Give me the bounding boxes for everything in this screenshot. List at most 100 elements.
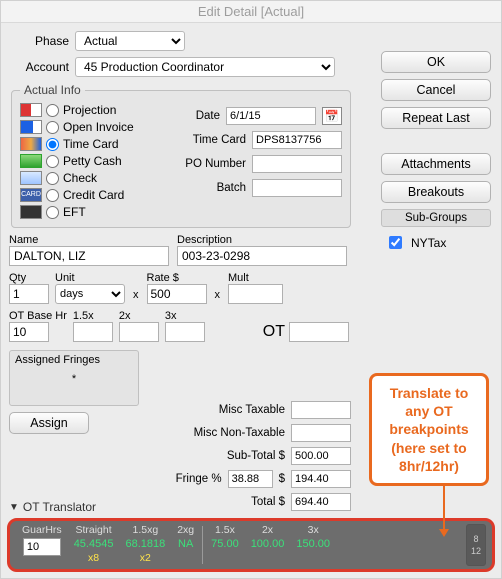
total-label: Total $ (251, 496, 285, 508)
credit-card-icon: CARD (20, 188, 42, 202)
date-input[interactable] (226, 107, 316, 125)
unit-select[interactable]: days (55, 284, 125, 304)
annotation-arrow (443, 479, 445, 535)
x-symbol-2: x (215, 289, 221, 301)
time-card-radio[interactable] (46, 138, 59, 151)
attachments-button[interactable]: Attachments (381, 153, 491, 175)
xg2-label: 2xg (177, 524, 194, 536)
phase-label: Phase (9, 34, 69, 48)
ot2-label: 2x (119, 310, 159, 322)
assign-button[interactable]: Assign (9, 412, 89, 434)
assigned-fringes-content: * (72, 373, 76, 385)
x15-value: 75.00 (211, 538, 239, 550)
subgroup-text: NYTax (411, 236, 446, 250)
fringe-money-label: $ (279, 473, 285, 485)
time-card-label: Time Card (63, 137, 119, 151)
eft-radio[interactable] (46, 206, 59, 219)
guarhrs-label: GuarHrs (22, 524, 62, 536)
subgroup-checkbox[interactable] (389, 236, 402, 249)
timecard-label: Time Card (193, 134, 246, 146)
edit-detail-window: Edit Detail [Actual] OK Cancel Repeat La… (0, 0, 502, 579)
petty-cash-radio[interactable] (46, 155, 59, 168)
assigned-fringes-panel: Assigned Fringes * (9, 350, 139, 406)
cancel-button[interactable]: Cancel (381, 79, 491, 101)
assigned-fringes-label: Assigned Fringes (15, 354, 100, 366)
totals-column: Misc Taxable Misc Non-Taxable Sub-Total … (151, 401, 351, 511)
ot15-input[interactable] (73, 322, 113, 342)
timecard-input[interactable] (252, 131, 342, 149)
actual-info-fieldset: Actual Info Projection Open Invoice Time… (11, 83, 351, 228)
xg2-value: NA (178, 538, 193, 550)
po-label: PO Number (185, 158, 246, 170)
open-invoice-radio[interactable] (46, 121, 59, 134)
rate-input[interactable] (147, 284, 207, 304)
ot-translator-bar: GuarHrs Straight 45.4545 x8 1.5xg 68.181… (7, 518, 495, 572)
translator-breakpoint-box[interactable]: 8 12 (466, 524, 486, 566)
guarhrs-input[interactable] (23, 538, 61, 556)
po-input[interactable] (252, 155, 342, 173)
credit-card-label: Credit Card (63, 188, 124, 202)
time-card-icon (20, 137, 42, 151)
fringe-pct-label: Fringe % (176, 473, 222, 485)
subgroups-label: Sub-Groups (381, 209, 491, 227)
right-button-column: OK Cancel Repeat Last Attachments Breako… (381, 51, 491, 252)
misc-nontax-label: Misc Non-Taxable (194, 427, 285, 439)
calendar-icon[interactable]: 📅 (322, 107, 342, 125)
ot3-label: 3x (165, 310, 205, 322)
ot3-input[interactable] (165, 322, 205, 342)
petty-cash-icon (20, 154, 42, 168)
xg15-label: 1.5xg (132, 524, 158, 536)
fringe-pct-input[interactable] (228, 470, 273, 488)
projection-radio[interactable] (46, 104, 59, 117)
petty-cash-label: Petty Cash (63, 154, 122, 168)
x-symbol-1: x (133, 289, 139, 301)
translator-divider (202, 526, 203, 564)
description-input[interactable] (177, 246, 347, 266)
date-label: Date (196, 110, 220, 122)
qty-input[interactable] (9, 284, 49, 304)
account-select[interactable]: 45 Production Coordinator (75, 57, 335, 77)
ot-input[interactable] (289, 322, 349, 342)
mult-label: Mult (228, 272, 283, 284)
ot-translator-header: OT Translator (23, 500, 96, 514)
breakpoint-top: 8 (473, 534, 478, 544)
name-input[interactable] (9, 246, 169, 266)
ot-translator-toggle-icon[interactable]: ▼ (9, 502, 19, 513)
misc-taxable-input[interactable] (291, 401, 351, 419)
x2-value: 100.00 (251, 538, 285, 550)
projection-label: Projection (63, 103, 116, 117)
ot2-input[interactable] (119, 322, 159, 342)
mult-input[interactable] (228, 284, 283, 304)
xg15-sub: x2 (140, 552, 151, 564)
ot-base-input[interactable] (9, 322, 49, 342)
x3-label: 3x (308, 524, 319, 536)
unit-label: Unit (55, 272, 125, 284)
window-title: Edit Detail [Actual] (1, 1, 501, 23)
subgroup-item[interactable]: NYTax (381, 233, 491, 252)
ot15-label: 1.5x (73, 310, 113, 322)
description-label: Description (177, 234, 347, 246)
qty-label: Qty (9, 272, 49, 284)
fringe-money-input[interactable] (291, 470, 351, 488)
check-label: Check (63, 171, 97, 185)
repeat-last-button[interactable]: Repeat Last (381, 107, 491, 129)
phase-select[interactable]: Actual (75, 31, 185, 51)
batch-input[interactable] (252, 179, 342, 197)
breakouts-button[interactable]: Breakouts (381, 181, 491, 203)
subtotal-label: Sub-Total $ (227, 450, 285, 462)
x2-label: 2x (262, 524, 273, 536)
open-invoice-icon (20, 120, 42, 134)
ot-base-label: OT Base Hr (9, 310, 67, 322)
total-input[interactable] (291, 493, 351, 511)
misc-nontax-input[interactable] (291, 424, 351, 442)
misc-taxable-label: Misc Taxable (219, 404, 285, 416)
check-radio[interactable] (46, 172, 59, 185)
subtotal-input[interactable] (291, 447, 351, 465)
ot-label: OT (263, 323, 285, 341)
eft-icon (20, 205, 42, 219)
actual-info-legend: Actual Info (20, 83, 85, 97)
credit-card-radio[interactable] (46, 189, 59, 202)
xg15-value: 68.1818 (125, 538, 165, 550)
open-invoice-label: Open Invoice (63, 120, 134, 134)
ok-button[interactable]: OK (381, 51, 491, 73)
